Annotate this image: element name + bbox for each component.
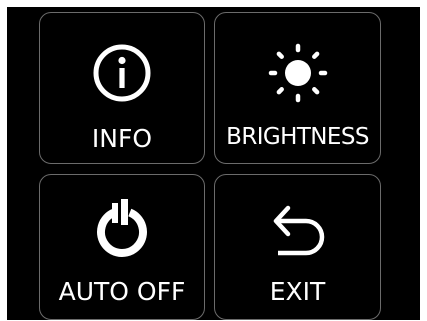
sun-icon [215, 43, 380, 103]
info-button[interactable]: INFO [39, 12, 205, 164]
auto-off-button[interactable]: AUTO OFF [39, 174, 205, 320]
auto-off-label: AUTO OFF [58, 277, 186, 306]
menu-screen: INFO BRIGHTNESS AUTO OFF EXIT [7, 7, 420, 320]
back-arrow-icon [215, 199, 380, 263]
info-icon [40, 43, 204, 103]
exit-label: EXIT [269, 277, 326, 306]
power-icon [40, 199, 204, 263]
exit-button[interactable]: EXIT [214, 174, 381, 320]
info-label: INFO [91, 124, 153, 153]
brightness-button[interactable]: BRIGHTNESS [214, 12, 381, 164]
brightness-label: BRIGHTNESS [226, 124, 369, 150]
